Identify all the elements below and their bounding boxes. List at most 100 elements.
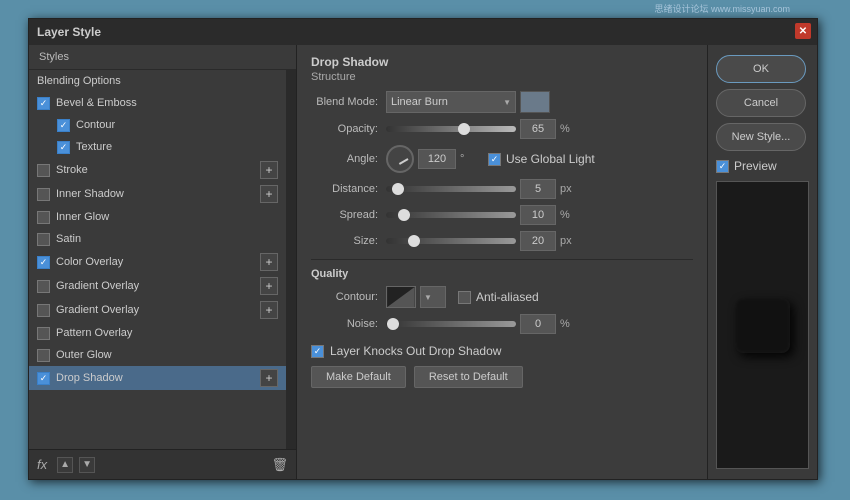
noise-input[interactable]: 0	[520, 314, 556, 334]
blend-mode-color[interactable]	[520, 91, 550, 113]
sidebar-item-stroke[interactable]: Stroke +	[29, 158, 286, 182]
inner-glow-label: Inner Glow	[56, 211, 278, 223]
size-slider[interactable]	[386, 238, 516, 244]
new-style-button[interactable]: New Style...	[716, 123, 806, 151]
sidebar-item-gradient-overlay2[interactable]: Gradient Overlay +	[29, 298, 286, 322]
opacity-row: Opacity: 65 %	[311, 119, 693, 139]
sidebar-item-gradient-overlay1[interactable]: Gradient Overlay +	[29, 274, 286, 298]
satin-checkbox[interactable]	[37, 233, 50, 246]
inner-shadow-checkbox[interactable]	[37, 188, 50, 201]
contour-field-label: Contour:	[311, 291, 386, 303]
angle-control: 120 ° ✓ Use Global Light	[386, 145, 693, 173]
contour-dropdown-arrow: ▼	[424, 293, 432, 302]
stroke-label: Stroke	[56, 164, 260, 176]
contour-svg	[387, 287, 415, 307]
size-label: Size:	[311, 235, 386, 247]
make-default-button[interactable]: Make Default	[311, 366, 406, 388]
sidebar-item-inner-glow[interactable]: Inner Glow	[29, 206, 286, 228]
up-arrow-btn[interactable]: ▲	[57, 457, 73, 473]
preview-checkbox[interactable]: ✓	[716, 160, 729, 173]
layer-knocks-checkbox[interactable]: ✓	[311, 345, 324, 358]
size-thumb[interactable]	[408, 235, 420, 247]
spread-label: Spread:	[311, 209, 386, 221]
left-panel: Styles Blending Options ✓ Bevel & Emboss…	[29, 45, 297, 479]
section-title: Drop Shadow	[311, 55, 693, 69]
dialog-title: Layer Style	[37, 25, 101, 39]
ok-button[interactable]: OK	[716, 55, 806, 83]
sidebar-item-bevel[interactable]: ✓ Bevel & Emboss	[29, 92, 286, 114]
gradient-overlay1-add-btn[interactable]: +	[260, 277, 278, 295]
noise-thumb[interactable]	[387, 318, 399, 330]
noise-unit: %	[560, 318, 580, 330]
down-arrow-btn[interactable]: ▼	[79, 457, 95, 473]
distance-input[interactable]: 5	[520, 179, 556, 199]
outer-glow-label: Outer Glow	[56, 349, 278, 361]
noise-slider[interactable]	[386, 321, 516, 327]
size-input[interactable]: 20	[520, 231, 556, 251]
gradient-overlay2-checkbox[interactable]	[37, 304, 50, 317]
dialog-body: Styles Blending Options ✓ Bevel & Emboss…	[29, 45, 817, 479]
spread-input[interactable]: 10	[520, 205, 556, 225]
sidebar-item-contour[interactable]: ✓ Contour	[29, 114, 286, 136]
inner-glow-checkbox[interactable]	[37, 211, 50, 224]
opacity-slider[interactable]	[386, 126, 516, 132]
sidebar-item-color-overlay[interactable]: ✓ Color Overlay +	[29, 250, 286, 274]
contour-checkbox[interactable]: ✓	[57, 119, 70, 132]
color-overlay-add-btn[interactable]: +	[260, 253, 278, 271]
size-unit: px	[560, 235, 580, 247]
opacity-input[interactable]: 65	[520, 119, 556, 139]
cancel-button[interactable]: Cancel	[716, 89, 806, 117]
gradient-overlay2-add-btn[interactable]: +	[260, 301, 278, 319]
contour-dropdown[interactable]: ▼	[420, 286, 446, 308]
anti-aliased-checkbox[interactable]	[458, 291, 471, 304]
outer-glow-checkbox[interactable]	[37, 349, 50, 362]
bevel-checkbox[interactable]: ✓	[37, 97, 50, 110]
blend-mode-dropdown[interactable]: Linear Burn ▼	[386, 91, 516, 113]
drop-shadow-checkbox[interactable]: ✓	[37, 372, 50, 385]
angle-needle	[399, 158, 409, 165]
section-subtitle: Structure	[311, 71, 693, 83]
distance-thumb[interactable]	[392, 183, 404, 195]
distance-row: Distance: 5 px	[311, 179, 693, 199]
distance-slider[interactable]	[386, 186, 516, 192]
opacity-thumb[interactable]	[458, 123, 470, 135]
stroke-checkbox[interactable]	[37, 164, 50, 177]
inner-shadow-label: Inner Shadow	[56, 188, 260, 200]
sidebar-item-pattern-overlay[interactable]: Pattern Overlay	[29, 322, 286, 344]
spread-slider[interactable]	[386, 212, 516, 218]
global-light-label: Use Global Light	[506, 152, 595, 166]
color-overlay-checkbox[interactable]: ✓	[37, 256, 50, 269]
spread-control: 10 %	[386, 205, 693, 225]
spread-row: Spread: 10 %	[311, 205, 693, 225]
sidebar-item-outer-glow[interactable]: Outer Glow	[29, 344, 286, 366]
blend-mode-value: Linear Burn	[391, 96, 448, 108]
pattern-overlay-label: Pattern Overlay	[56, 327, 278, 339]
pattern-overlay-checkbox[interactable]	[37, 327, 50, 340]
reset-default-button[interactable]: Reset to Default	[414, 366, 523, 388]
close-button[interactable]: ✕	[795, 23, 811, 39]
stroke-add-btn[interactable]: +	[260, 161, 278, 179]
inner-shadow-add-btn[interactable]: +	[260, 185, 278, 203]
layer-style-dialog: Layer Style ✕ Styles Blending Options ✓ …	[28, 18, 818, 480]
drop-shadow-add-btn[interactable]: +	[260, 369, 278, 387]
opacity-control: 65 %	[386, 119, 693, 139]
sidebar-item-drop-shadow[interactable]: ✓ Drop Shadow +	[29, 366, 286, 390]
quality-title: Quality	[311, 268, 693, 280]
sidebar-item-satin[interactable]: Satin	[29, 228, 286, 250]
noise-label: Noise:	[311, 318, 386, 330]
blend-mode-arrow: ▼	[503, 98, 511, 107]
spread-thumb[interactable]	[398, 209, 410, 221]
sidebar-item-texture[interactable]: ✓ Texture	[29, 136, 286, 158]
contour-preview[interactable]	[386, 286, 416, 308]
texture-label: Texture	[76, 141, 278, 153]
angle-dial[interactable]	[386, 145, 414, 173]
trash-button[interactable]: 🗑	[271, 457, 288, 473]
scrollbar[interactable]	[286, 70, 296, 449]
angle-input[interactable]: 120	[418, 149, 456, 169]
gradient-overlay1-checkbox[interactable]	[37, 280, 50, 293]
preview-shape	[735, 298, 790, 353]
sidebar-item-inner-shadow[interactable]: Inner Shadow +	[29, 182, 286, 206]
texture-checkbox[interactable]: ✓	[57, 141, 70, 154]
sidebar-item-blending[interactable]: Blending Options	[29, 70, 286, 92]
global-light-checkbox[interactable]: ✓	[488, 153, 501, 166]
